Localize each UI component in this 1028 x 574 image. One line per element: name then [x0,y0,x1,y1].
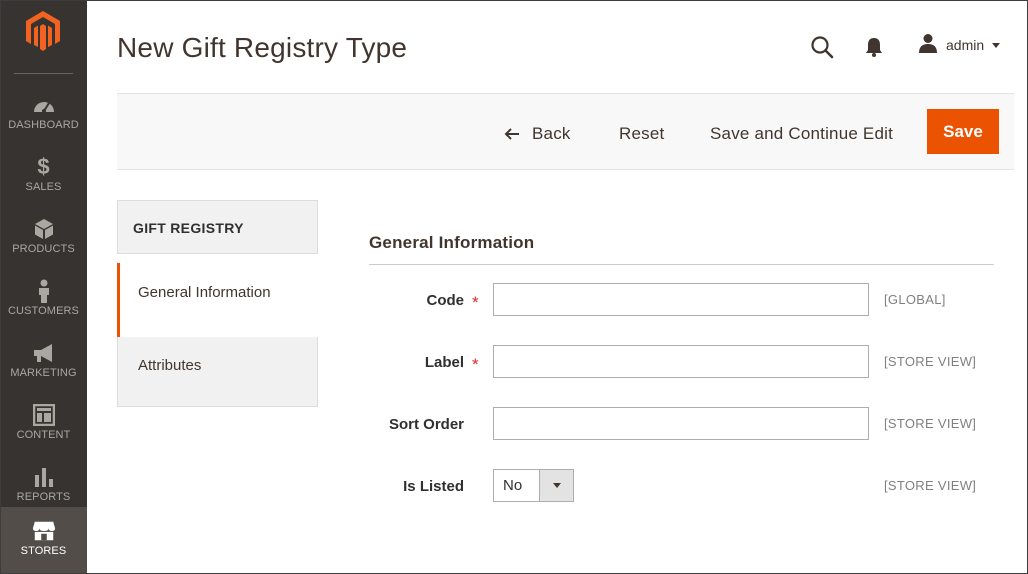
nav-sales[interactable]: $ SALES [0,145,87,207]
select-toggle-button[interactable] [539,470,573,501]
save-button[interactable]: Save [927,109,999,154]
nav-stores-label: STORES [20,545,67,557]
back-label: Back [532,124,571,143]
sort-order-input[interactable] [493,407,869,440]
tabs-title: GIFT REGISTRY [117,200,318,254]
nav-dashboard-label: DASHBOARD [8,119,79,131]
dashboard-icon [32,94,56,116]
nav-stores[interactable]: STORES [0,507,87,574]
person-icon [32,279,56,303]
user-account-menu[interactable]: admin [918,33,1001,58]
nav-marketing-label: MARKETING [10,367,77,379]
label-required-mark: * [472,355,479,374]
save-and-continue-button[interactable]: Save and Continue Edit [710,124,893,144]
section-title: General Information [369,233,535,252]
nav-customers[interactable]: CUSTOMERS [0,269,87,331]
is-listed-scope: [STORE VIEW] [884,478,977,493]
user-name: admin [946,37,985,53]
search-icon[interactable] [810,35,834,64]
nav-dashboard[interactable]: DASHBOARD [0,83,87,145]
nav-customers-label: CUSTOMERS [8,305,79,317]
admin-sidebar: DASHBOARD $ SALES PRODUCTS CUSTOMERS MAR… [0,0,87,574]
logo-divider [14,73,73,74]
bar-chart-icon [32,466,56,488]
section-divider [369,264,994,265]
code-input[interactable] [493,283,869,316]
magento-logo-icon[interactable] [25,10,61,52]
bell-icon[interactable] [865,37,883,62]
sort-order-label: Sort Order [388,416,464,433]
store-icon [32,520,56,542]
layout-icon [32,404,56,426]
chevron-down-icon [992,42,1001,48]
nav-content[interactable]: CONTENT [0,393,87,455]
nav-reports-label: REPORTS [16,491,71,503]
nav-products-label: PRODUCTS [12,243,75,255]
nav-content-label: CONTENT [16,429,71,441]
label-input[interactable] [493,345,869,378]
label-label: Label [424,354,464,371]
is-listed-label: Is Listed [403,478,464,495]
tab-attributes[interactable]: Attributes [117,337,318,407]
label-scope: [STORE VIEW] [884,354,977,369]
gift-registry-tabs: GIFT REGISTRY General Information Attrib… [117,200,318,407]
is-listed-select[interactable]: No [493,469,574,502]
dollar-icon: $ [37,154,50,179]
nav-marketing[interactable]: MARKETING [0,331,87,393]
sort-order-scope: [STORE VIEW] [884,416,977,431]
tab-general-information[interactable]: General Information [117,263,318,337]
arrow-left-icon [504,128,520,140]
page-actions-bar: Back Reset Save and Continue Edit Save [117,93,1014,170]
megaphone-icon [32,342,56,364]
code-scope: [GLOBAL] [884,292,946,307]
user-icon [918,33,938,58]
chevron-down-icon [552,483,561,488]
page-title: New Gift Registry Type [117,32,408,63]
code-required-mark: * [472,293,479,312]
back-button[interactable]: Back [504,124,571,144]
cube-icon [32,218,56,240]
is-listed-value: No [503,477,523,494]
nav-products[interactable]: PRODUCTS [0,207,87,269]
nav-sales-label: SALES [25,181,62,193]
code-label: Code [426,292,465,309]
reset-button[interactable]: Reset [619,124,664,144]
